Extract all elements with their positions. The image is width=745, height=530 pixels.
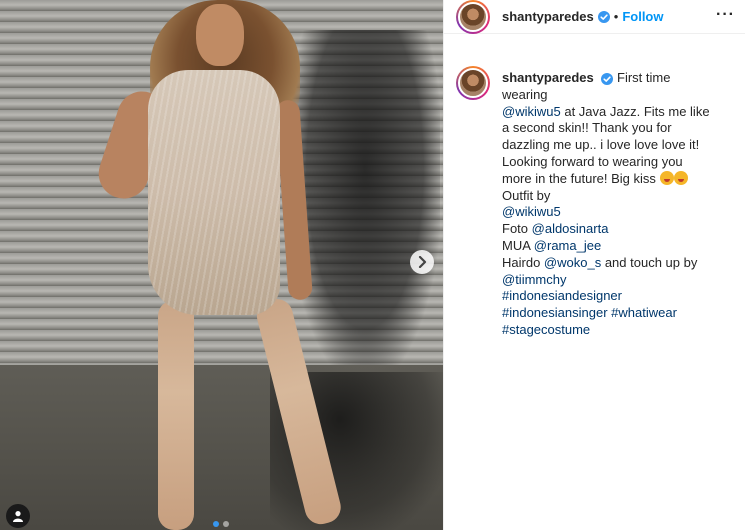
caption-text-segment: and touch up by	[604, 254, 698, 270]
caption-avatar[interactable]	[456, 66, 490, 100]
user-tag-button[interactable]	[6, 504, 30, 528]
verified-badge-icon	[601, 72, 614, 85]
caption-text-segment: MUA	[502, 237, 531, 253]
header-username[interactable]: shantyparedes	[502, 9, 594, 24]
caption-text: shantyparedes First time wearing @wikiwu…	[502, 70, 712, 339]
mention-link[interactable]: @aldosinarta	[532, 221, 609, 236]
caption-avatar-image	[458, 68, 488, 98]
post-caption: shantyparedes First time wearing @wikiwu…	[444, 34, 745, 339]
avatar-image	[458, 1, 488, 32]
mention-link[interactable]: @wikiwu5	[502, 104, 561, 119]
hashtag-link[interactable]: #indonesiansinger	[502, 305, 608, 320]
model-dress	[148, 70, 280, 315]
caption-text-segment: Outfit by	[502, 187, 551, 203]
avatar[interactable]	[456, 0, 490, 34]
post-photo[interactable]	[0, 0, 443, 530]
carousel-indicator	[213, 521, 229, 527]
carousel-dot	[223, 521, 229, 527]
model-face	[196, 4, 244, 66]
caption-username[interactable]: shantyparedes	[502, 70, 594, 85]
post-sidebar: shantyparedes • Follow ··· shantyparedes…	[443, 0, 745, 530]
kissing-face-icon	[659, 170, 674, 185]
more-options-button[interactable]: ···	[716, 6, 735, 24]
mention-link[interactable]: @rama_jee	[534, 238, 601, 253]
verified-badge-icon	[597, 10, 610, 23]
user-tag-icon	[13, 511, 23, 522]
model-left-leg	[158, 300, 194, 530]
chevron-right-icon	[418, 256, 427, 268]
hashtag-link[interactable]: #stagecostume	[502, 322, 590, 337]
mention-link[interactable]: @tiimmchy	[502, 272, 566, 287]
mention-link[interactable]: @wikiwu5	[502, 204, 561, 219]
caption-text-segment: Hairdo	[502, 254, 541, 270]
header-separator: •	[613, 9, 619, 24]
follow-button[interactable]: Follow	[622, 9, 663, 24]
caption-text-segment: Foto	[502, 221, 529, 237]
next-slide-button[interactable]	[410, 250, 434, 274]
carousel-dot-active	[213, 521, 219, 527]
post-header: shantyparedes • Follow ···	[444, 0, 745, 34]
hashtag-link[interactable]: #indonesiandesigner	[502, 288, 622, 303]
mention-link[interactable]: @woko_s	[544, 255, 601, 270]
kissing-face-icon	[673, 170, 688, 185]
wall-shadow	[290, 30, 440, 375]
hashtag-link[interactable]: #whatiwear	[611, 305, 677, 320]
